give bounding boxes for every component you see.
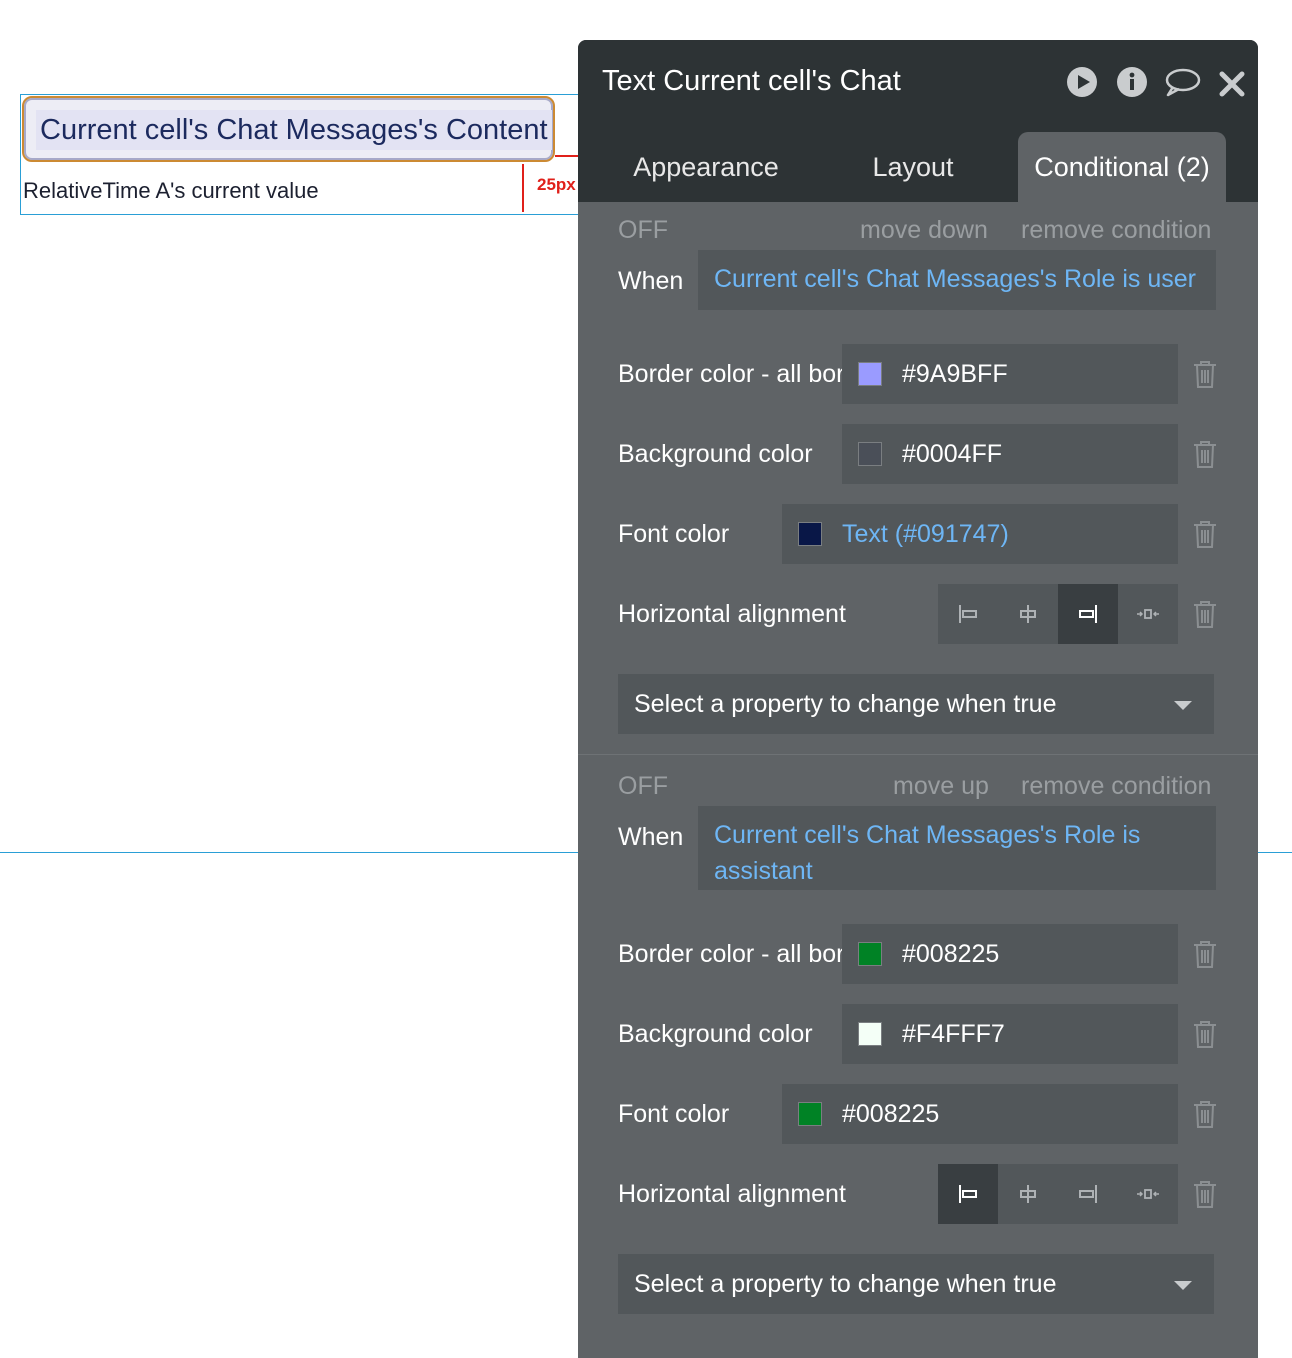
when-label: When bbox=[618, 823, 684, 851]
border-color-label: Border color - all borders bbox=[618, 360, 842, 388]
panel-header: Text Current cell's Chat bbox=[578, 40, 1258, 120]
chevron-down-icon bbox=[1174, 701, 1192, 710]
trash-icon[interactable] bbox=[1192, 1179, 1218, 1209]
align-left-icon[interactable] bbox=[938, 1164, 998, 1224]
trash-icon[interactable] bbox=[1192, 1019, 1218, 1049]
background-color-value: #F4FFF7 bbox=[902, 1020, 1005, 1048]
color-swatch bbox=[858, 1022, 882, 1046]
align-center-icon[interactable] bbox=[998, 1164, 1058, 1224]
background-color-field[interactable]: #F4FFF7 bbox=[842, 1004, 1178, 1064]
trash-icon[interactable] bbox=[1192, 939, 1218, 969]
alignment-toggle-group bbox=[938, 584, 1178, 644]
align-justify-icon[interactable] bbox=[1118, 1164, 1178, 1224]
spacing-label: 25px bbox=[537, 175, 576, 194]
property-select-placeholder: Select a property to change when true bbox=[634, 1270, 1057, 1298]
property-select-placeholder: Select a property to change when true bbox=[634, 690, 1057, 718]
align-left-icon[interactable] bbox=[938, 584, 998, 644]
tab-conditional[interactable]: Conditional (2) bbox=[1018, 132, 1226, 202]
border-color-value: #9A9BFF bbox=[902, 360, 1008, 388]
font-color-label: Font color bbox=[618, 1100, 730, 1128]
font-color-field[interactable]: Text (#091747) bbox=[782, 504, 1178, 564]
border-color-value: #008225 bbox=[902, 940, 1000, 968]
horizontal-alignment-label: Horizontal alignment bbox=[618, 600, 846, 628]
align-right-icon[interactable] bbox=[1058, 1164, 1118, 1224]
property-select-dropdown[interactable]: Select a property to change when true bbox=[618, 674, 1214, 734]
background-color-field[interactable]: #0004FF bbox=[842, 424, 1178, 484]
color-swatch bbox=[858, 362, 882, 386]
background-color-label: Background color bbox=[618, 440, 813, 468]
background-color-label: Background color bbox=[618, 1020, 813, 1048]
horizontal-alignment-label: Horizontal alignment bbox=[618, 1180, 846, 1208]
tab-layout[interactable]: Layout bbox=[848, 132, 978, 202]
remove-condition-link[interactable]: remove condition bbox=[1021, 214, 1211, 246]
message-text-element[interactable]: Current cell's Chat Messages's Content bbox=[22, 96, 555, 162]
align-right-icon[interactable] bbox=[1058, 584, 1118, 644]
spacing-guide-vertical bbox=[522, 164, 524, 212]
tab-appearance[interactable]: Appearance bbox=[618, 132, 794, 202]
property-select-dropdown[interactable]: Select a property to change when true bbox=[618, 1254, 1214, 1314]
panel-title: Text Current cell's Chat bbox=[602, 65, 901, 97]
alignment-toggle-group bbox=[938, 1164, 1178, 1224]
color-swatch bbox=[858, 442, 882, 466]
property-editor-panel: Text Current cell's Chat Appearance Layo… bbox=[578, 40, 1258, 1358]
condition-expression[interactable]: Current cell's Chat Messages's Role is a… bbox=[698, 806, 1216, 890]
color-swatch bbox=[798, 1102, 822, 1126]
trash-icon[interactable] bbox=[1192, 1099, 1218, 1129]
border-color-label: Border color - all borders bbox=[618, 940, 842, 968]
trash-icon[interactable] bbox=[1192, 439, 1218, 469]
trash-icon[interactable] bbox=[1192, 599, 1218, 629]
trash-icon[interactable] bbox=[1192, 519, 1218, 549]
info-icon[interactable] bbox=[1116, 66, 1148, 98]
condition-block: OFF move down remove condition When Curr… bbox=[578, 202, 1258, 758]
message-content-text: Current cell's Chat Messages's Content bbox=[36, 110, 552, 150]
font-color-field[interactable]: #008225 bbox=[782, 1084, 1178, 1144]
condition-status: OFF bbox=[618, 772, 668, 800]
trash-icon[interactable] bbox=[1192, 359, 1218, 389]
remove-condition-link[interactable]: remove condition bbox=[1021, 770, 1211, 802]
tab-bar: Appearance Layout Conditional (2) bbox=[578, 120, 1258, 202]
font-color-value: #008225 bbox=[842, 1100, 940, 1128]
comment-icon[interactable] bbox=[1164, 66, 1202, 98]
border-color-field[interactable]: #008225 bbox=[842, 924, 1178, 984]
align-justify-icon[interactable] bbox=[1118, 584, 1178, 644]
close-icon[interactable] bbox=[1218, 68, 1246, 100]
border-color-field[interactable]: #9A9BFF bbox=[842, 344, 1178, 404]
background-color-value: #0004FF bbox=[902, 440, 1003, 468]
play-icon[interactable] bbox=[1066, 66, 1098, 98]
align-center-icon[interactable] bbox=[998, 584, 1058, 644]
move-down-link[interactable]: move down bbox=[860, 214, 988, 246]
condition-expression[interactable]: Current cell's Chat Messages's Role is u… bbox=[698, 250, 1216, 310]
move-up-link[interactable]: move up bbox=[893, 770, 989, 802]
color-swatch bbox=[858, 942, 882, 966]
condition-block: OFF move up remove condition When Curren… bbox=[578, 758, 1258, 1358]
font-color-label: Font color bbox=[618, 520, 730, 548]
condition-status: OFF bbox=[618, 216, 668, 244]
color-swatch bbox=[798, 522, 822, 546]
condition-divider bbox=[578, 754, 1258, 755]
font-color-value: Text (#091747) bbox=[842, 520, 1009, 548]
relative-time-text[interactable]: RelativeTime A's current value bbox=[23, 176, 319, 206]
chevron-down-icon bbox=[1174, 1281, 1192, 1290]
when-label: When bbox=[618, 267, 684, 295]
